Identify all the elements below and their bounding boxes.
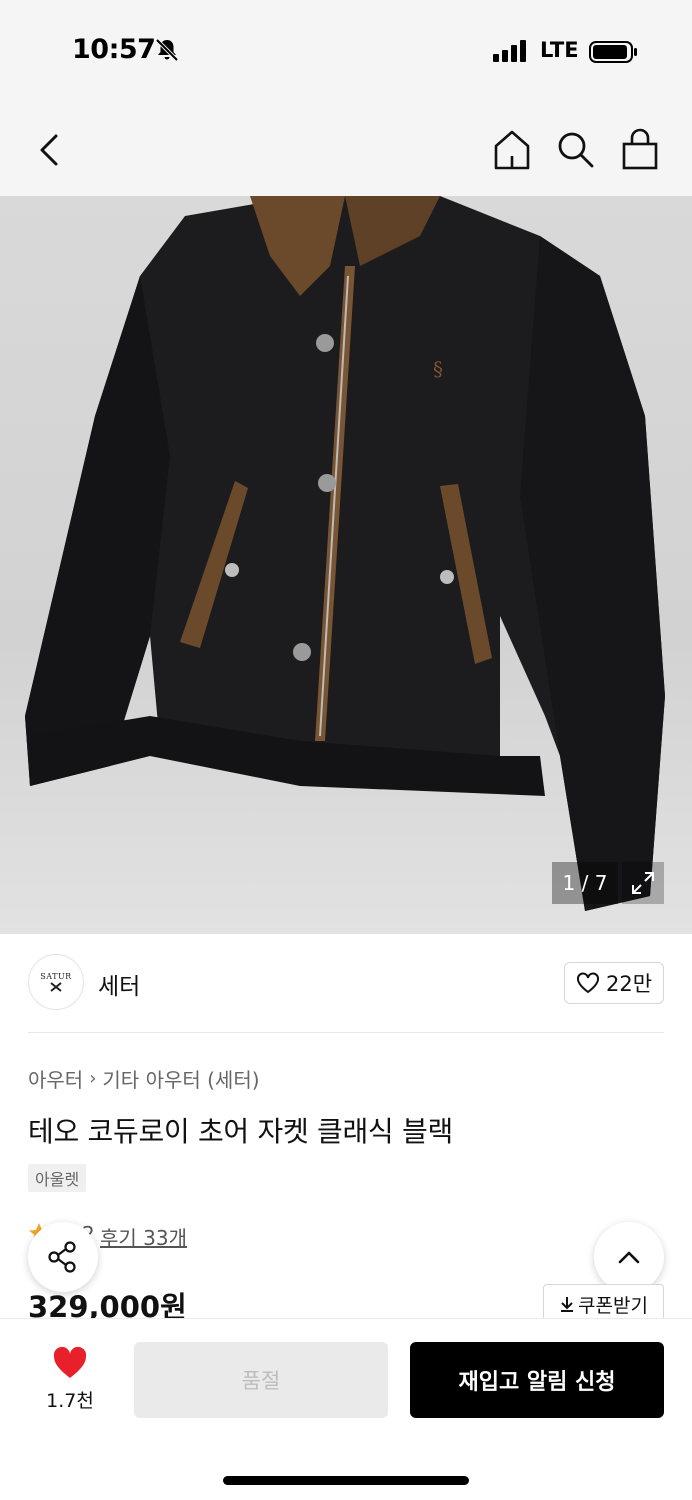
expand-icon	[632, 872, 654, 894]
cart-button[interactable]	[620, 128, 660, 172]
back-button[interactable]	[28, 128, 72, 172]
image-counter: 1 / 7	[552, 862, 618, 904]
search-button[interactable]	[556, 130, 596, 170]
coupon-label: 쿠폰받기	[578, 1294, 648, 1317]
breadcrumb-item[interactable]: 아우터	[28, 1064, 83, 1093]
home-indicator	[223, 1476, 469, 1485]
brand-name[interactable]: 세터	[98, 967, 140, 1001]
divider	[28, 1032, 664, 1033]
heart-outline-icon	[576, 972, 599, 994]
home-icon	[494, 130, 530, 170]
search-icon	[558, 132, 594, 168]
home-button[interactable]	[492, 128, 532, 172]
heart-filled-icon	[53, 1346, 87, 1378]
battery-icon	[589, 40, 639, 64]
network-label: LTE	[540, 38, 579, 62]
chevron-right-icon: ›	[89, 1068, 97, 1089]
brand-like-button[interactable]: 22만	[564, 962, 664, 1004]
wishlist-count: 1.7천	[46, 1390, 94, 1412]
wishlist-button[interactable]	[52, 1346, 88, 1380]
review-link[interactable]: 후기 33개	[100, 1222, 187, 1251]
bag-icon	[622, 128, 658, 170]
product-title: 테오 코듀로이 초어 자켓 클래식 블랙	[28, 1115, 453, 1148]
back-icon	[40, 134, 58, 166]
share-icon	[48, 1241, 76, 1273]
soldout-button: 품절	[134, 1342, 388, 1418]
breadcrumb: 아우터 › 기타 아우터 (세터)	[28, 1064, 260, 1093]
outlet-badge: 아울렛	[28, 1164, 87, 1192]
download-icon	[561, 1297, 574, 1312]
restock-alert-button[interactable]: 재입고 알림 신청	[410, 1342, 664, 1418]
status-time: 10:57	[72, 34, 156, 65]
breadcrumb-item[interactable]: 기타 아우터 (세터)	[102, 1064, 259, 1093]
svg-text:§: §	[433, 357, 443, 381]
brand-logo-text: SATUR	[40, 971, 72, 981]
product-image[interactable]: §	[0, 196, 692, 934]
brand-like-count: 22만	[605, 972, 653, 996]
signal-icon	[493, 40, 529, 62]
brand-logo[interactable]: SATUR	[28, 954, 84, 1010]
bell-off-icon	[154, 37, 180, 63]
brand-mark-icon	[50, 981, 62, 992]
expand-button[interactable]	[622, 862, 664, 904]
share-button[interactable]	[28, 1222, 98, 1292]
jacket-image: §	[25, 196, 665, 911]
chevron-up-icon	[618, 1251, 640, 1264]
scroll-top-button[interactable]	[594, 1222, 664, 1292]
